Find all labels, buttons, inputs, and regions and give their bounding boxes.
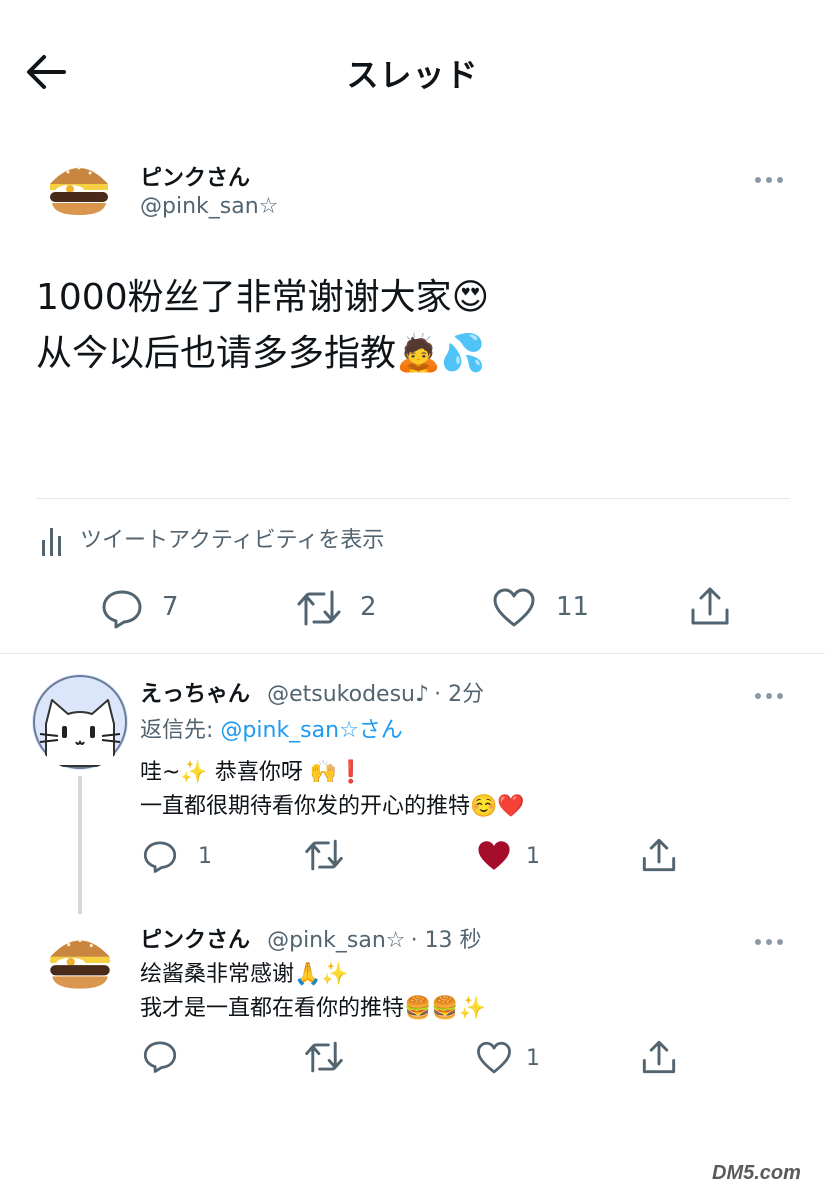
tweet-activity-link[interactable]: ツイートアクティビティを表示 (36, 518, 456, 558)
heart-icon (477, 1041, 511, 1074)
reply-icon (143, 1041, 177, 1073)
watermark: DM5.com (712, 1162, 801, 1184)
more-dots-icon (755, 177, 761, 183)
reply-header: えっちゃん @etsukodesu♪ · 2分 (140, 676, 484, 708)
more-dots-icon (755, 939, 761, 945)
more-options-button[interactable] (755, 168, 791, 184)
like-count: 1 (526, 1046, 540, 1071)
activity-label: ツイートアクティビティを表示 (80, 528, 385, 553)
heart-filled-icon (478, 841, 510, 870)
share-button[interactable] (640, 1038, 680, 1078)
like-count: 1 (526, 844, 540, 869)
reply-button[interactable]: 1 (142, 836, 232, 876)
share-icon (642, 838, 676, 872)
reply-text-line-1: 哇~✨ 恭喜你呀 🙌❗ (140, 760, 365, 785)
more-options-button[interactable] (755, 684, 791, 700)
user-name[interactable]: ピンクさん (140, 928, 250, 953)
burger-icon (40, 150, 118, 228)
like-button[interactable]: 1 (476, 1038, 566, 1078)
retweet-icon (305, 839, 343, 871)
burger-icon (40, 922, 120, 1002)
share-button[interactable] (640, 836, 680, 876)
user-handle[interactable]: @etsukodesu♪ (267, 682, 429, 707)
retweet-button[interactable] (304, 836, 348, 876)
retweet-button[interactable]: 2 (296, 584, 396, 632)
retweet-icon (297, 590, 341, 626)
retweet-button[interactable] (304, 1038, 348, 1078)
tweet-text-line-1: 1000粉丝了非常谢谢大家😍 (36, 277, 490, 318)
user-handle[interactable]: @pink_san☆ (140, 194, 278, 219)
page-title: スレッド (346, 56, 479, 94)
thread-line (78, 776, 82, 914)
like-count: 11 (556, 592, 590, 622)
activity-bars-icon (42, 528, 61, 556)
share-icon (691, 587, 729, 625)
cat-icon (33, 675, 127, 769)
reply-text-line-1: 绘酱桑非常感谢🙏✨ (140, 962, 349, 987)
divider (0, 653, 825, 654)
reply-count: 7 (162, 592, 179, 622)
more-dots-icon (755, 693, 761, 699)
like-button[interactable]: 1 (476, 836, 566, 876)
reply-count: 1 (198, 844, 212, 869)
share-icon (642, 1040, 676, 1074)
reply-button[interactable]: 7 (100, 584, 190, 632)
divider (36, 498, 790, 499)
retweet-icon (305, 1041, 343, 1073)
timestamp[interactable]: · 2分 (434, 682, 484, 707)
reply-to-label: 返信先: (140, 718, 214, 743)
reply-to-line: 返信先: @pink_san☆さん (140, 712, 403, 744)
avatar[interactable] (40, 922, 120, 1002)
user-handle[interactable]: @pink_san☆ (267, 928, 405, 953)
mention-link[interactable]: @pink_san☆さん (220, 718, 402, 743)
like-button[interactable]: 11 (492, 584, 602, 632)
reply-text-line-2: 一直都很期待看你发的开心的推特☺️❤️ (140, 794, 525, 819)
reply-button[interactable] (142, 1038, 186, 1078)
share-button[interactable] (688, 584, 732, 632)
reply-icon (143, 841, 177, 873)
more-options-button[interactable] (755, 930, 791, 946)
timestamp[interactable]: · 13 秒 (411, 928, 482, 953)
avatar[interactable] (32, 674, 128, 770)
reply-text-line-2: 我才是一直都在看你的推特🍔🍔✨ (140, 996, 487, 1021)
user-name[interactable]: ピンクさん (140, 160, 250, 192)
tweet-text-line-2: 从今以后也请多多指教🙇💦 (36, 333, 486, 374)
heart-icon (493, 588, 535, 627)
reply-icon (102, 590, 142, 629)
reply-header: ピンクさん @pink_san☆ · 13 秒 (140, 922, 482, 954)
user-name[interactable]: えっちゃん (140, 682, 250, 707)
retweet-count: 2 (360, 592, 377, 622)
avatar[interactable] (40, 150, 118, 228)
